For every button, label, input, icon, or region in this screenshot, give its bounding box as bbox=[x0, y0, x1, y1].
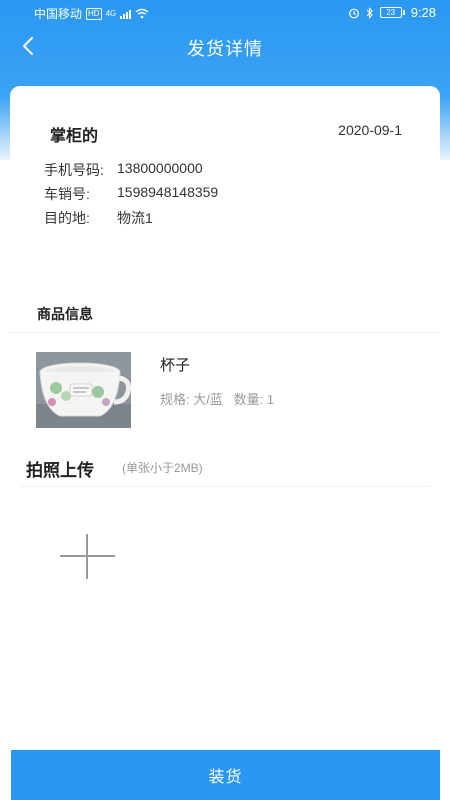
clock-time: 9:28 bbox=[410, 5, 436, 20]
section-divider bbox=[10, 332, 440, 333]
destination-row: 目的地: 物流1 bbox=[44, 208, 153, 228]
page-title: 发货详情 bbox=[187, 39, 263, 59]
status-left: 中国移动 HD 4G bbox=[34, 5, 149, 22]
add-photo-button[interactable] bbox=[60, 534, 115, 579]
sales-no-label: 车销号: bbox=[44, 186, 90, 202]
destination-label: 目的地: bbox=[44, 210, 90, 226]
product-name: 杯子 bbox=[160, 357, 191, 374]
carrier-name: 中国移动 bbox=[34, 7, 83, 21]
phone-label: 手机号码: bbox=[44, 162, 104, 178]
signal-icon bbox=[120, 9, 132, 19]
product-spec: 规格: 大/蓝 数量: 1 bbox=[160, 392, 275, 407]
order-date: 2020-09-1 bbox=[338, 122, 402, 138]
phone-row: 手机号码: 13800000000 bbox=[44, 160, 203, 180]
product-image[interactable] bbox=[36, 352, 131, 428]
status-bar: 中国移动 HD 4G 23 9:28 bbox=[0, 0, 450, 24]
buyer-name: 掌柜的 bbox=[50, 128, 99, 145]
upload-title: 拍照上传 bbox=[26, 461, 94, 480]
alarm-icon bbox=[348, 8, 359, 18]
cup-photo bbox=[36, 352, 131, 428]
wifi-icon bbox=[135, 8, 149, 19]
network-type: 4G bbox=[105, 9, 117, 18]
nav-bar: 发货详情 bbox=[0, 28, 450, 64]
hd-badge: HD bbox=[86, 7, 102, 20]
upload-divider bbox=[20, 486, 430, 487]
upload-hint: (单张小于2MB) bbox=[122, 461, 203, 475]
battery-level: 23 bbox=[379, 7, 402, 18]
order-card: 掌柜的 2020-09-1 手机号码: 13800000000 车销号: 159… bbox=[10, 86, 440, 786]
sales-no-row: 车销号: 1598948148359 bbox=[44, 184, 218, 204]
destination-value: 物流1 bbox=[117, 210, 153, 226]
status-right: 23 9:28 bbox=[348, 5, 436, 20]
battery-icon: 23 bbox=[379, 7, 405, 18]
load-button[interactable]: 装货 bbox=[11, 750, 440, 800]
phone-value: 13800000000 bbox=[117, 160, 203, 176]
product-section-title: 商品信息 bbox=[37, 306, 93, 322]
bluetooth-icon bbox=[366, 6, 373, 19]
sales-no-value: 1598948148359 bbox=[117, 184, 219, 200]
